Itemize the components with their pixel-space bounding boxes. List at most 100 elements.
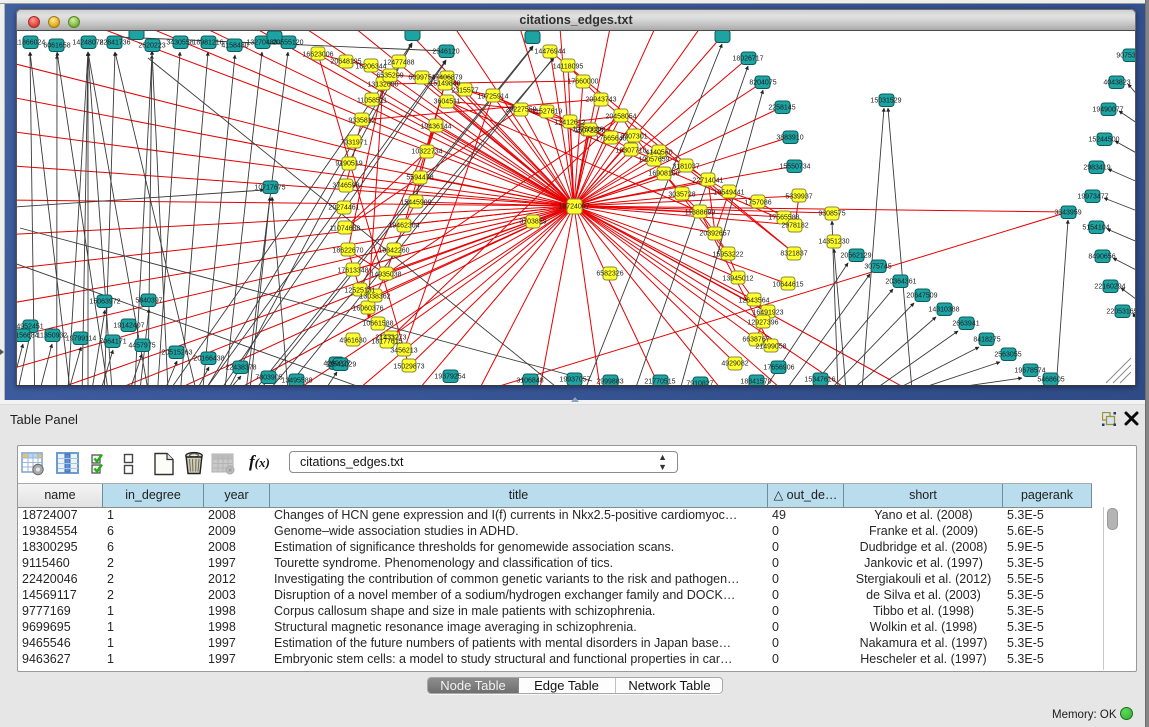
svg-text:5339937: 5339937 xyxy=(785,194,812,201)
svg-text:5468605: 5468605 xyxy=(1037,377,1064,384)
svg-text:18981216: 18981216 xyxy=(192,40,223,47)
svg-text:19725914: 19725914 xyxy=(477,94,508,101)
svg-text:20458054: 20458054 xyxy=(605,114,636,121)
svg-text:3883910: 3883910 xyxy=(776,135,803,142)
svg-text:16623006: 16623006 xyxy=(302,52,333,59)
svg-text:16060376: 16060376 xyxy=(352,306,383,313)
svg-text:4457975: 4457975 xyxy=(128,343,155,350)
svg-text:19799114: 19799114 xyxy=(66,336,97,343)
svg-text:20562129: 20562129 xyxy=(840,253,871,260)
svg-text:16072228: 16072228 xyxy=(574,128,605,135)
svg-text:19462304: 19462304 xyxy=(388,223,419,230)
svg-text:7303905: 7303905 xyxy=(255,375,282,382)
svg-text:16908100: 16908100 xyxy=(648,171,679,178)
svg-text:3703859: 3703859 xyxy=(519,219,546,226)
svg-text:19490077: 19490077 xyxy=(1092,107,1123,114)
svg-text:3035728: 3035728 xyxy=(668,192,695,199)
svg-text:10549441: 10549441 xyxy=(713,190,744,197)
svg-text:20555120: 20555120 xyxy=(272,40,303,47)
svg-text:6061658: 6061658 xyxy=(43,43,70,50)
svg-text:3456213: 3456213 xyxy=(390,348,417,355)
svg-text:2663941: 2663941 xyxy=(952,321,979,328)
svg-text:17565588: 17565588 xyxy=(768,215,799,222)
svg-text:10342260: 10342260 xyxy=(378,248,409,255)
svg-text:22714041: 22714041 xyxy=(692,178,723,185)
svg-text:3181037: 3181037 xyxy=(672,164,699,171)
svg-text:4140560: 4140560 xyxy=(645,150,672,157)
svg-text:10644615: 10644615 xyxy=(772,282,803,289)
svg-text:10717675: 10717675 xyxy=(254,185,285,192)
svg-text:22160294: 22160294 xyxy=(1094,284,1125,291)
svg-text:15031529: 15031529 xyxy=(870,98,901,105)
svg-text:16491923: 16491923 xyxy=(752,310,783,317)
svg-text:19142407: 19142407 xyxy=(113,323,144,330)
svg-text:8204075: 8204075 xyxy=(749,80,776,87)
svg-text:3106848: 3106848 xyxy=(516,378,543,385)
svg-text:18177615: 18177615 xyxy=(371,339,402,346)
svg-text:17613348: 17613348 xyxy=(337,268,368,275)
svg-text:11527619: 11527619 xyxy=(532,109,563,116)
svg-text:15550734: 15550734 xyxy=(779,164,810,171)
svg-text:14118095: 14118095 xyxy=(553,64,584,71)
svg-text:4961630: 4961630 xyxy=(339,338,366,345)
svg-text:19973477: 19973477 xyxy=(1077,194,1108,201)
svg-text:12412612: 12412612 xyxy=(554,120,585,127)
svg-text:17656906: 17656906 xyxy=(763,365,794,372)
svg-text:20647509: 20647509 xyxy=(906,293,937,300)
svg-text:2946120: 2946120 xyxy=(432,49,459,56)
svg-text:16307710: 16307710 xyxy=(615,148,646,155)
svg-text:15149848: 15149848 xyxy=(429,81,460,88)
svg-text:19379254: 19379254 xyxy=(434,374,465,381)
svg-text:11866024: 11866024 xyxy=(17,40,45,47)
svg-text:18026717: 18026717 xyxy=(732,56,763,63)
svg-text:15953222: 15953222 xyxy=(712,252,743,259)
svg-text:15445909: 15445909 xyxy=(400,200,431,207)
svg-text:2315577: 2315577 xyxy=(451,88,478,95)
svg-text:2620223: 2620223 xyxy=(138,43,165,50)
svg-text:10661588: 10661588 xyxy=(362,321,393,328)
svg-text:3604511: 3604511 xyxy=(434,99,461,106)
svg-text:6638767: 6638767 xyxy=(742,337,769,344)
svg-text:3307301: 3307301 xyxy=(620,134,647,141)
svg-text:9335812: 9335812 xyxy=(348,118,375,125)
svg-text:19678574: 19678574 xyxy=(1014,368,1045,375)
svg-text:9075310: 9075310 xyxy=(1116,53,1136,60)
svg-text:13038362: 13038362 xyxy=(359,294,390,301)
svg-text:7064171: 7064171 xyxy=(99,339,126,346)
svg-text:13495588: 13495588 xyxy=(281,378,312,385)
svg-text:2563055: 2563055 xyxy=(994,352,1021,359)
svg-text:15063972: 15063972 xyxy=(89,299,120,306)
svg-text:19436144: 19436144 xyxy=(420,124,451,131)
svg-text:1757086: 1757086 xyxy=(744,200,771,207)
svg-text:14935038: 14935038 xyxy=(370,272,401,279)
svg-text:20943743: 20943743 xyxy=(585,97,616,104)
svg-text:21499058: 21499058 xyxy=(755,344,786,351)
svg-text:17660000: 17660000 xyxy=(567,79,598,86)
svg-text:11058511: 11058511 xyxy=(357,98,387,105)
svg-text:2983419: 2983419 xyxy=(1083,165,1110,172)
svg-text:4929082: 4929082 xyxy=(721,361,748,368)
svg-text:3075745: 3075745 xyxy=(864,264,891,271)
svg-text:13132690: 13132690 xyxy=(367,82,398,89)
svg-text:4158480: 4158480 xyxy=(221,43,248,50)
svg-text:16206344: 16206344 xyxy=(355,64,386,71)
svg-text:9308575: 9308575 xyxy=(818,211,845,218)
svg-text:20156684: 20156684 xyxy=(17,333,39,340)
svg-text:19937057: 19937057 xyxy=(559,377,590,384)
svg-text:20166438: 20166438 xyxy=(193,356,224,363)
svg-text:15347616: 15347616 xyxy=(804,377,835,384)
svg-text:8418275: 8418275 xyxy=(973,337,1000,344)
svg-text:12477488: 12477488 xyxy=(383,60,414,67)
svg-text:8490656: 8490656 xyxy=(1088,254,1115,261)
svg-text:5154104: 5154104 xyxy=(1082,225,1109,232)
svg-text:14476944: 14476944 xyxy=(534,49,565,56)
svg-text:4043823: 4043823 xyxy=(1103,80,1130,87)
svg-text:2978182: 2978182 xyxy=(781,223,808,230)
svg-text:15244500: 15244500 xyxy=(1088,137,1119,144)
svg-text:11388699: 11388699 xyxy=(685,210,716,217)
svg-text:15029873: 15029873 xyxy=(393,364,424,371)
svg-text:13945012: 13945012 xyxy=(722,276,753,283)
svg-text:10322734: 10322734 xyxy=(411,149,442,156)
svg-text:14351230: 14351230 xyxy=(818,239,849,246)
svg-text:9190519: 9190519 xyxy=(335,161,362,168)
